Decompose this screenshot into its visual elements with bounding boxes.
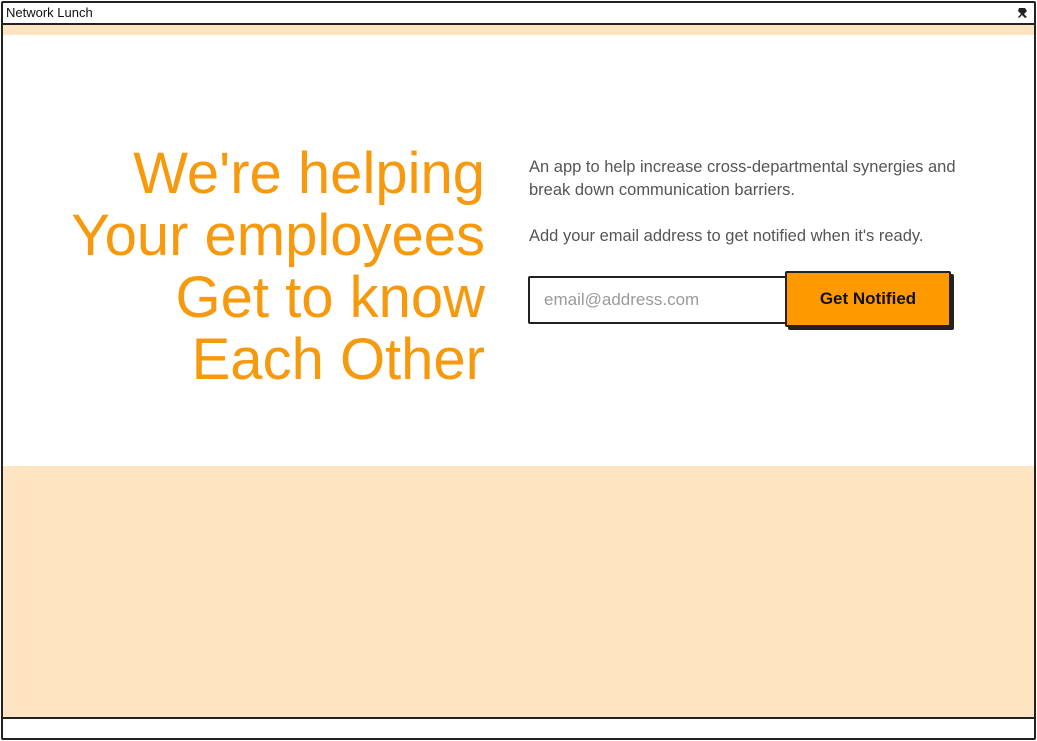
bottom-accent-band: [3, 466, 1034, 717]
pin-icon[interactable]: [1016, 6, 1030, 20]
hero-headline: We're helping Your employees Get to know…: [23, 143, 485, 391]
hero-description-block: An app to help increase cross-department…: [529, 156, 989, 248]
title-bar: Network Lunch: [3, 3, 1034, 25]
headline-line-3: Get to know: [175, 265, 485, 330]
cta-text: Add your email address to get notified w…: [529, 227, 924, 245]
app-window: Network Lunch We're helping Your employe…: [1, 1, 1036, 740]
headline-line-2: Your employees: [71, 203, 485, 268]
window-title: Network Lunch: [6, 5, 93, 20]
top-accent-band: [3, 25, 1034, 35]
email-input[interactable]: [528, 276, 788, 324]
headline-line-1: We're helping: [133, 141, 485, 206]
hero-description: An app to help increase cross-department…: [529, 158, 956, 199]
headline-line-4: Each Other: [191, 327, 485, 392]
get-notified-button[interactable]: Get Notified: [785, 271, 951, 327]
status-bar: [3, 717, 1034, 738]
